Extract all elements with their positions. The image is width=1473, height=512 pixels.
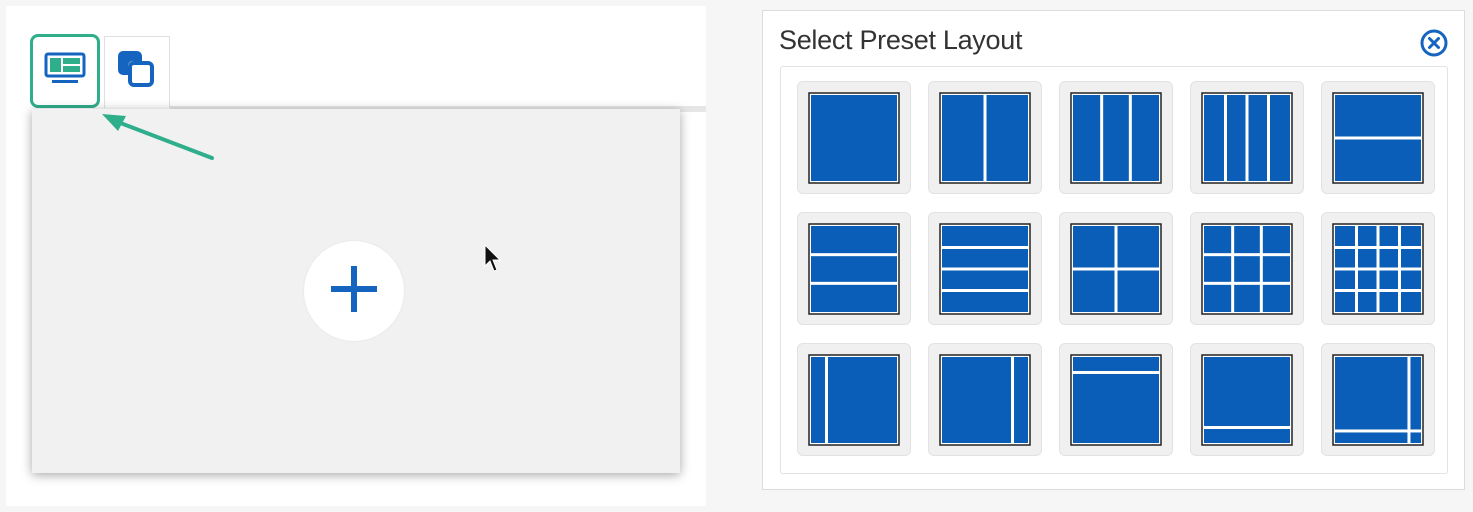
preset-three-rows[interactable]: [797, 212, 911, 325]
narrow-left-column-layout-icon: [808, 353, 900, 446]
two-rows-layout-icon: [1332, 91, 1424, 184]
preset-four-columns[interactable]: [1190, 81, 1304, 194]
grid-2x2-layout-icon: [1070, 222, 1162, 315]
preset-narrow-right-and-bottom[interactable]: [1321, 343, 1435, 456]
mouse-cursor-icon: [484, 244, 502, 272]
grid-3x3-layout-icon: [1201, 222, 1293, 315]
preset-layout-dialog: Select Preset Layout: [762, 10, 1465, 490]
layout-editor-panel: [6, 6, 706, 506]
preset-grid-2x2[interactable]: [1059, 212, 1173, 325]
preset-three-columns[interactable]: [1059, 81, 1173, 194]
preset-four-rows[interactable]: [928, 212, 1042, 325]
preset-narrow-bottom-row[interactable]: [1190, 343, 1304, 456]
layout-icon: [44, 52, 86, 91]
close-button[interactable]: [1420, 29, 1448, 57]
preset-two-columns[interactable]: [928, 81, 1042, 194]
plus-icon: [329, 264, 379, 319]
preset-grid: [780, 66, 1448, 474]
two-columns-layout-icon: [939, 91, 1031, 184]
tab-layout[interactable]: [30, 34, 100, 108]
add-button[interactable]: [304, 241, 404, 341]
preset-two-rows[interactable]: [1321, 81, 1435, 194]
preset-grid-3x3[interactable]: [1190, 212, 1304, 325]
preset-grid-4x4[interactable]: [1321, 212, 1435, 325]
narrow-bottom-row-layout-icon: [1201, 353, 1293, 446]
four-rows-layout-icon: [939, 222, 1031, 315]
grid-4x4-layout-icon: [1332, 222, 1424, 315]
preset-narrow-right-column[interactable]: [928, 343, 1042, 456]
three-rows-layout-icon: [808, 222, 900, 315]
preset-narrow-top-row[interactable]: [1059, 343, 1173, 456]
narrow-right-column-layout-icon: [939, 353, 1031, 446]
preset-narrow-left-column[interactable]: [797, 343, 911, 456]
tab-windows[interactable]: [104, 36, 170, 108]
close-circle-icon: [1420, 29, 1448, 61]
three-columns-layout-icon: [1070, 91, 1162, 184]
four-columns-layout-icon: [1201, 91, 1293, 184]
preset-single[interactable]: [797, 81, 911, 194]
narrow-top-row-layout-icon: [1070, 353, 1162, 446]
dialog-title: Select Preset Layout: [779, 25, 1023, 55]
narrow-right-and-bottom-layout-icon: [1332, 353, 1424, 446]
single-layout-icon: [808, 91, 900, 184]
overlapping-windows-icon: [116, 49, 158, 96]
layout-canvas[interactable]: [32, 109, 680, 473]
